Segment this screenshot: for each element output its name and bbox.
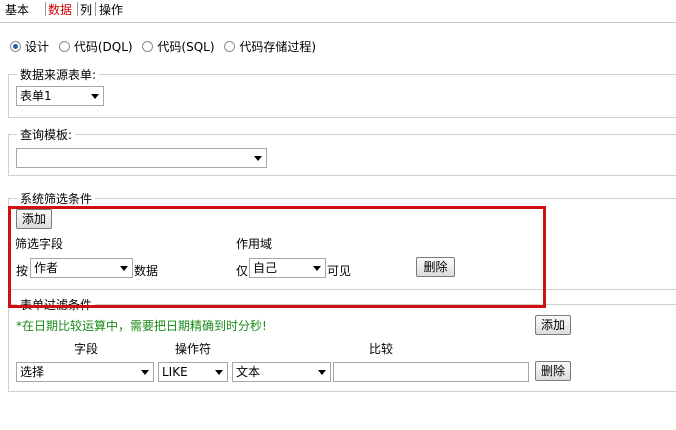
form-filter-type-select[interactable]: 文本 — [232, 362, 331, 382]
form-filter-compare-input[interactable] — [333, 362, 529, 382]
tab-bar: 基本 数据 列 操作 — [0, 0, 676, 23]
chevron-down-icon — [313, 266, 321, 271]
chevron-down-icon — [318, 370, 326, 375]
chevron-down-icon — [215, 370, 223, 375]
chevron-down-icon — [120, 266, 128, 271]
radio-label: 设计 — [25, 40, 50, 54]
tab-divider — [77, 2, 78, 16]
chevron-down-icon — [91, 94, 99, 99]
filter-field-header: 筛选字段 — [15, 237, 64, 251]
form-filter-delete-button[interactable]: 删除 — [535, 361, 571, 381]
data-source-group: 数据来源表单: — [8, 66, 676, 118]
system-filter-legend: 系统筛选条件 — [20, 192, 93, 206]
column-header-operator: 操作符 — [175, 342, 212, 356]
form-filter-add-button[interactable]: 添加 — [535, 315, 571, 335]
form-filter-field-select[interactable]: 选择 — [16, 362, 154, 382]
chevron-down-icon — [254, 156, 262, 161]
select-value: LIKE — [162, 365, 188, 379]
scope-select[interactable]: 自己 — [249, 258, 326, 278]
query-template-select[interactable] — [16, 148, 267, 168]
tab-basic[interactable]: 基本 — [5, 2, 29, 18]
form-filter-legend: 表单过滤条件 — [20, 298, 93, 312]
radio-design[interactable]: 设计 — [10, 38, 49, 55]
radio-sql-code[interactable]: 代码(SQL) — [142, 38, 215, 55]
select-value: 选择 — [20, 365, 45, 379]
tab-columns[interactable]: 列 — [80, 2, 92, 18]
radio-label: 代码(DQL) — [73, 40, 133, 54]
radio-label: 代码(SQL) — [157, 40, 215, 54]
visible-label: 可见 — [327, 264, 352, 278]
select-value: 表单1 — [20, 89, 52, 103]
column-header-field: 字段 — [74, 342, 99, 356]
radio-unselected-icon[interactable] — [224, 41, 236, 52]
form-filter-operator-select[interactable]: LIKE — [158, 362, 228, 382]
only-label: 仅 — [236, 264, 249, 278]
tab-divider — [95, 2, 96, 16]
select-value: 作者 — [34, 261, 59, 275]
radio-stored-procedure[interactable]: 代码存储过程) — [224, 38, 316, 55]
column-header-compare: 比较 — [369, 342, 394, 356]
system-filter-delete-button[interactable]: 删除 — [416, 257, 455, 277]
filter-field-select[interactable]: 作者 — [30, 258, 133, 278]
radio-label: 代码存储过程) — [239, 40, 317, 54]
radio-unselected-icon[interactable] — [58, 41, 70, 52]
system-filter-add-button[interactable]: 添加 — [16, 209, 52, 229]
tab-actions[interactable]: 操作 — [99, 2, 123, 18]
select-value: 自己 — [253, 261, 278, 275]
data-source-legend: 数据来源表单: — [20, 68, 97, 82]
date-compare-note: *在日期比较运算中，需要把日期精确到时分秒! — [16, 319, 267, 333]
tab-data[interactable]: 数据 — [48, 2, 72, 18]
radio-dql-code[interactable]: 代码(DQL) — [58, 38, 133, 55]
mode-radio-group: 设计 代码(DQL) 代码(SQL) 代码存储过程) — [10, 38, 322, 56]
data-source-select[interactable]: 表单1 — [16, 86, 104, 106]
data-label: 数据 — [134, 264, 159, 278]
radio-selected-icon[interactable] — [10, 41, 21, 52]
query-template-legend: 查询模板: — [20, 128, 73, 142]
by-label: 按 — [16, 264, 29, 278]
radio-unselected-icon[interactable] — [142, 41, 154, 52]
chevron-down-icon — [141, 370, 149, 375]
select-value: 文本 — [236, 365, 261, 379]
scope-header: 作用域 — [236, 237, 273, 251]
tab-divider — [45, 2, 46, 16]
